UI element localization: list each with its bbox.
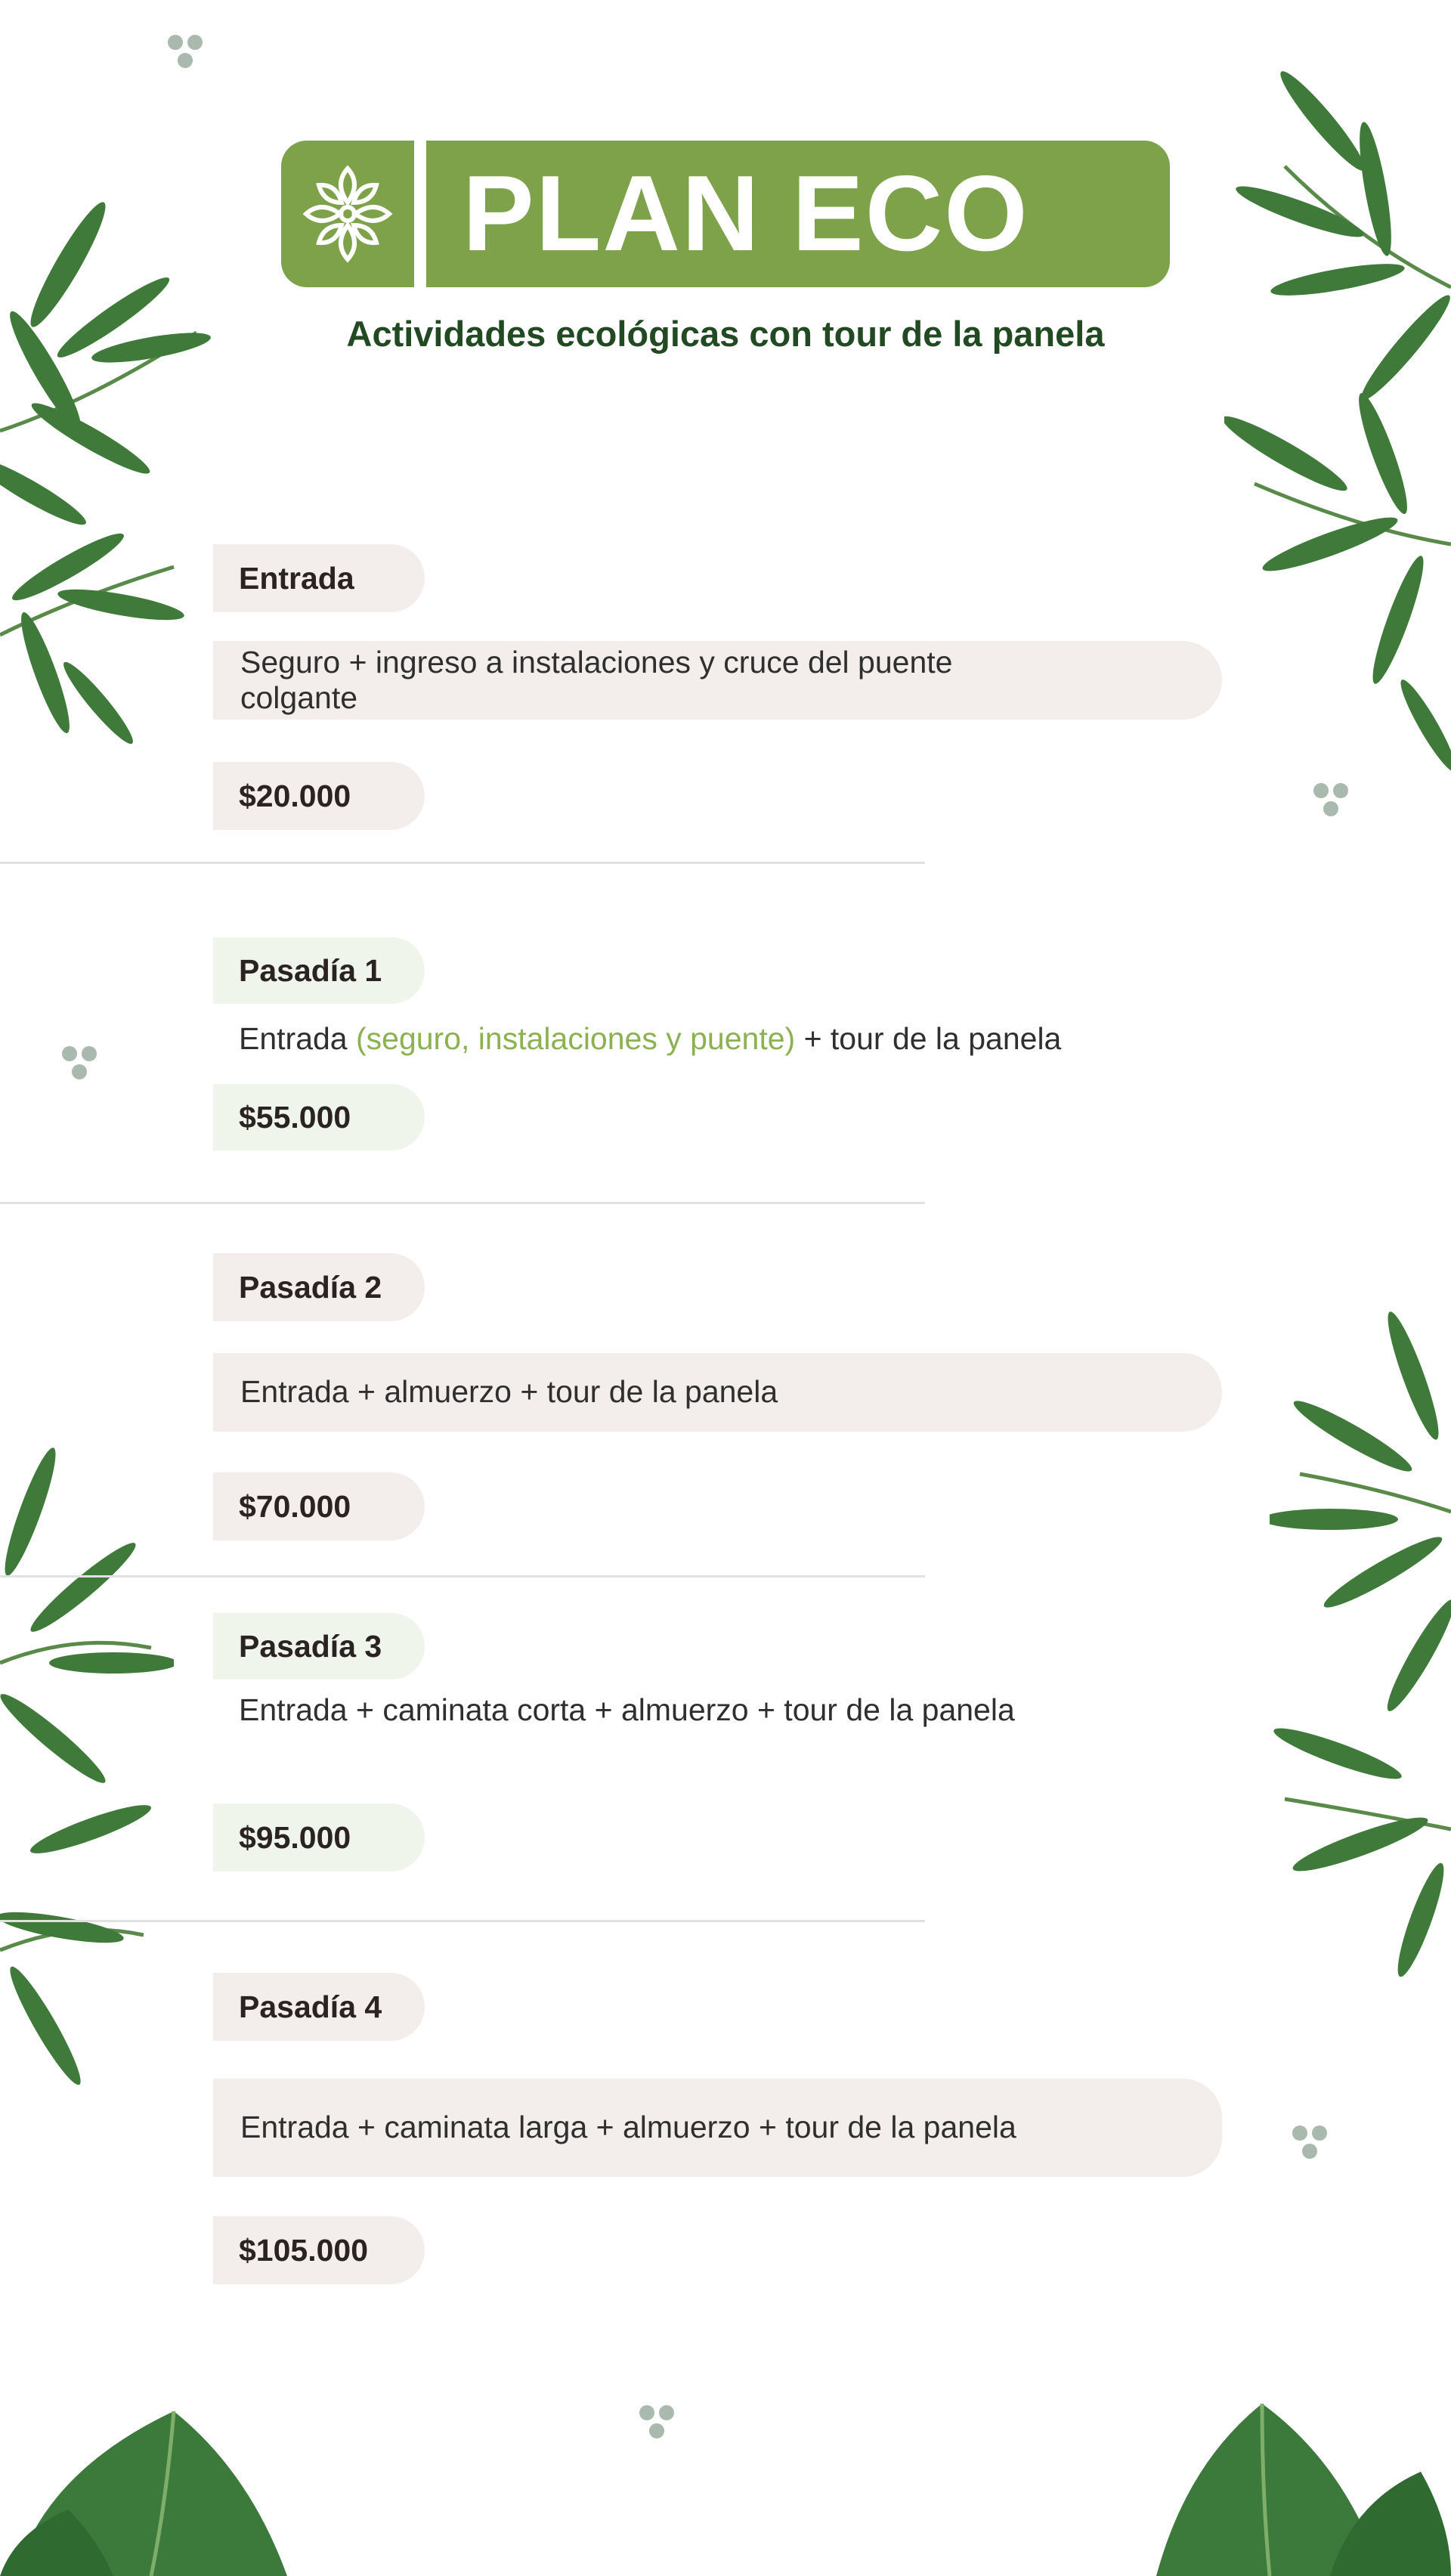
plan-price: $95.000 bbox=[213, 1804, 425, 1872]
three-dots-icon bbox=[636, 2401, 689, 2454]
palm-leaf-icon bbox=[1270, 1311, 1451, 1977]
description-text: + tour de la panela bbox=[795, 1021, 1062, 1056]
three-dots-icon bbox=[59, 1042, 112, 1094]
plan-price: $20.000 bbox=[213, 762, 425, 830]
divider bbox=[0, 862, 925, 864]
three-dots-icon bbox=[165, 30, 218, 83]
plan-description: Entrada (seguro, instalaciones y puente)… bbox=[239, 1017, 1297, 1060]
plan-description: Entrada + almuerzo + tour de la panela bbox=[213, 1353, 1222, 1432]
palm-leaf-icon bbox=[1224, 71, 1451, 772]
plan-price: $70.000 bbox=[213, 1472, 425, 1540]
divider bbox=[0, 1575, 925, 1577]
plan-description: Seguro + ingreso a instalaciones y cruce… bbox=[213, 641, 1222, 720]
leaf-ornament-icon bbox=[281, 141, 414, 287]
plan-name: Pasadía 1 bbox=[213, 937, 425, 1004]
page-subtitle: Actividades ecológicas con tour de la pa… bbox=[346, 314, 1105, 354]
divider bbox=[0, 1202, 925, 1204]
description-highlight: (seguro, instalaciones y puente) bbox=[356, 1021, 796, 1056]
plan-name: Pasadía 4 bbox=[213, 1973, 425, 2041]
divider bbox=[0, 1920, 925, 1922]
plan-description: Entrada + caminata larga + almuerzo + to… bbox=[213, 2079, 1222, 2177]
plan-price: $55.000 bbox=[213, 1084, 425, 1150]
three-dots-icon bbox=[1289, 2121, 1342, 2174]
leaf-icon bbox=[1156, 2403, 1451, 2576]
plan-name: Pasadía 2 bbox=[213, 1253, 425, 1321]
palm-leaf-icon bbox=[0, 202, 211, 745]
plan-description: Entrada + caminata corta + almuerzo + to… bbox=[239, 1692, 1015, 1727]
page-title: PLAN ECO bbox=[463, 153, 1029, 274]
plan-price: $105.000 bbox=[213, 2216, 425, 2284]
leaf-icon bbox=[0, 2410, 287, 2576]
three-dots-icon bbox=[1310, 779, 1363, 831]
description-text: Entrada bbox=[239, 1021, 356, 1056]
banner-divider bbox=[414, 141, 426, 287]
plan-name: Pasadía 3 bbox=[213, 1613, 425, 1680]
header-banner: PLAN ECO bbox=[281, 141, 1170, 287]
palm-leaf-icon bbox=[0, 1447, 174, 2085]
plan-name: Entrada bbox=[213, 544, 425, 612]
